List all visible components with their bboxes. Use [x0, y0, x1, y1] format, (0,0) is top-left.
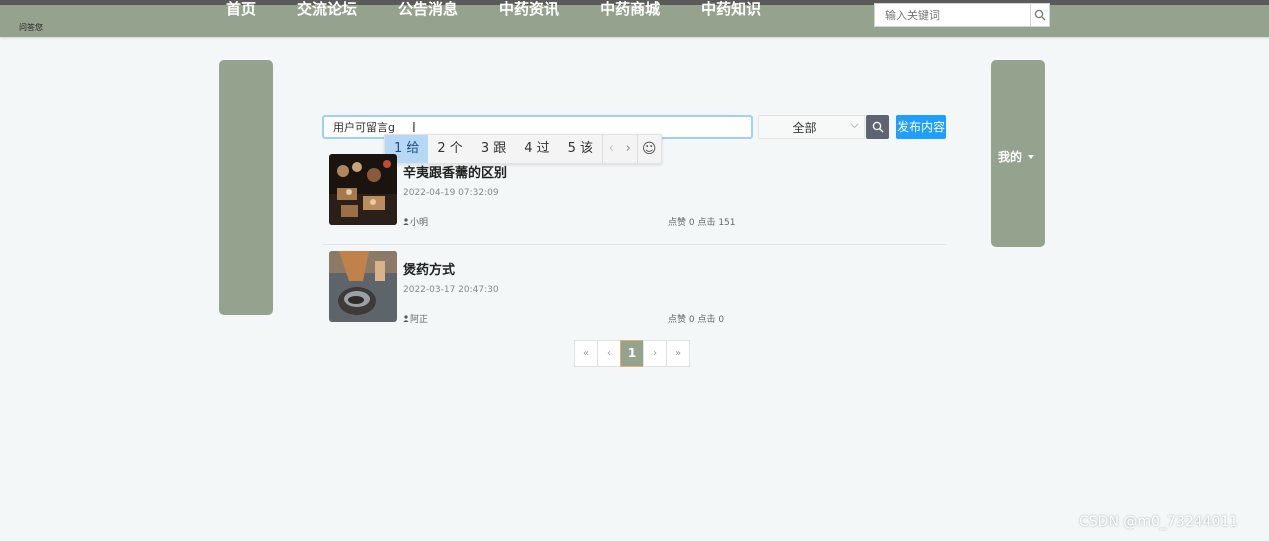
nav-item-news[interactable]: 中药资讯: [499, 0, 559, 19]
post-item[interactable]: 辛夷跟香薷的区别 2022-04-19 07:32:09 小明 点赞 0 点击 …: [322, 153, 946, 239]
search-icon: [872, 121, 883, 133]
post-author: 阿正: [403, 312, 428, 325]
user-icon: [403, 218, 409, 225]
header-search: [874, 3, 1050, 27]
post-author-name: 阿正: [410, 315, 429, 325]
post-thumbnail[interactable]: [329, 251, 397, 322]
nav-item-knowledge[interactable]: 中药知识: [701, 0, 761, 19]
header-search-input[interactable]: [875, 4, 1030, 26]
site-tag: 问答您: [19, 23, 43, 32]
post-title[interactable]: 辛夷跟香薷的区别: [403, 162, 507, 181]
post-author-name: 小明: [410, 218, 429, 228]
post-time: 2022-03-17 20:47:30: [403, 285, 499, 295]
current-page-button[interactable]: 1: [620, 340, 644, 367]
my-account-menu[interactable]: 我的: [998, 148, 1035, 165]
next-page-button[interactable]: ›: [643, 340, 667, 367]
left-sidebar-panel: [219, 60, 273, 315]
user-icon: [403, 315, 409, 322]
watermark: CSDN @m0_73244011: [1079, 514, 1239, 530]
post-clicks: 点击 0: [697, 315, 725, 325]
pagination: « ‹ 1 › »: [574, 340, 690, 367]
category-select-value: 全部: [792, 120, 817, 135]
post-divider: [322, 244, 946, 245]
chevron-down-icon: [1028, 154, 1035, 159]
top-navbar: 首页 交流论坛 公告消息 中药资讯 中药商城 中药知识: [0, 0, 1269, 37]
last-page-button[interactable]: »: [666, 340, 690, 367]
nav-item-shop[interactable]: 中药商城: [600, 0, 660, 19]
header-search-button[interactable]: [1030, 4, 1049, 26]
post-likes: 点赞 0: [668, 218, 698, 228]
forum-search-button[interactable]: [866, 115, 889, 139]
post-stats: 点赞 0 点击 151: [668, 215, 736, 228]
post-title[interactable]: 煲药方式: [403, 259, 455, 278]
post-likes: 点赞 0: [668, 315, 698, 325]
nav-item-forum[interactable]: 交流论坛: [297, 0, 357, 19]
main-nav: 首页 交流论坛 公告消息 中药资讯 中药商城 中药知识: [226, 0, 802, 19]
right-sidebar-panel: 我的: [991, 60, 1045, 247]
category-select[interactable]: 全部: [758, 115, 865, 139]
nav-item-announcements[interactable]: 公告消息: [398, 0, 458, 19]
post-thumbnail[interactable]: [329, 154, 397, 225]
post-time: 2022-04-19 07:32:09: [403, 188, 499, 198]
nav-item-home[interactable]: 首页: [226, 0, 256, 19]
publish-button[interactable]: 发布内容: [896, 115, 946, 139]
chevron-down-icon: [850, 122, 864, 132]
post-clicks: 点击 151: [697, 218, 736, 228]
search-icon: [1034, 9, 1046, 21]
post-author: 小明: [403, 215, 428, 228]
post-stats: 点赞 0 点击 0: [668, 312, 724, 325]
prev-page-button[interactable]: ‹: [597, 340, 621, 367]
my-account-label: 我的: [998, 150, 1023, 164]
first-page-button[interactable]: «: [574, 340, 598, 367]
post-item[interactable]: 煲药方式 2022-03-17 20:47:30 阿正 点赞 0 点击 0: [322, 250, 946, 336]
